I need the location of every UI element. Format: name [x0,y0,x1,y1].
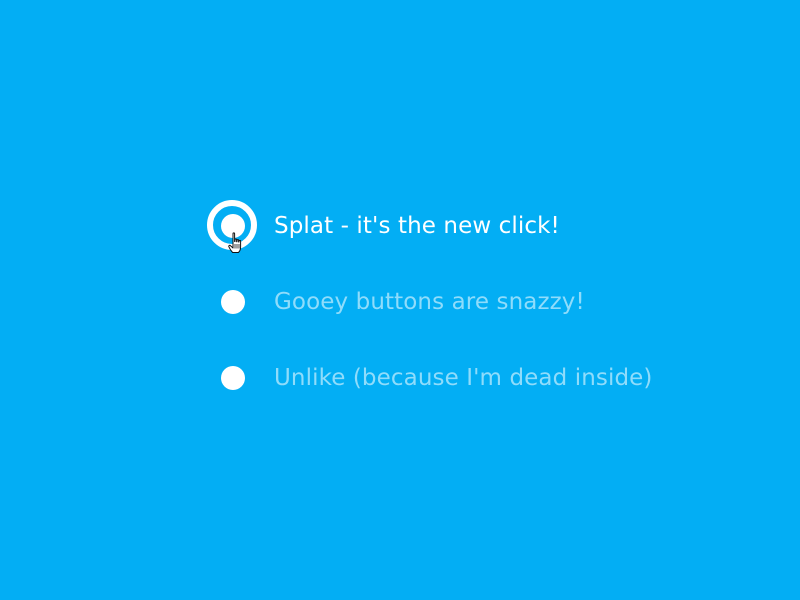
radio-option-splat[interactable]: Splat - it's the new click! [207,200,727,253]
radio-unselected-icon [221,290,245,314]
radio-group: Splat - it's the new click! Gooey button… [0,0,800,600]
radio-option-unlike[interactable]: Unlike (because I'm dead inside) [207,352,727,404]
radio-button-splat[interactable] [207,200,259,253]
radio-button-gooey[interactable] [207,276,259,328]
radio-unselected-icon [221,366,245,390]
radio-button-unlike[interactable] [207,352,259,404]
hand-pointer-icon [228,232,242,253]
radio-option-label: Splat - it's the new click! [274,213,560,239]
radio-option-label: Gooey buttons are snazzy! [274,289,585,315]
radio-option-label: Unlike (because I'm dead inside) [274,365,653,391]
radio-option-gooey[interactable]: Gooey buttons are snazzy! [207,276,727,328]
